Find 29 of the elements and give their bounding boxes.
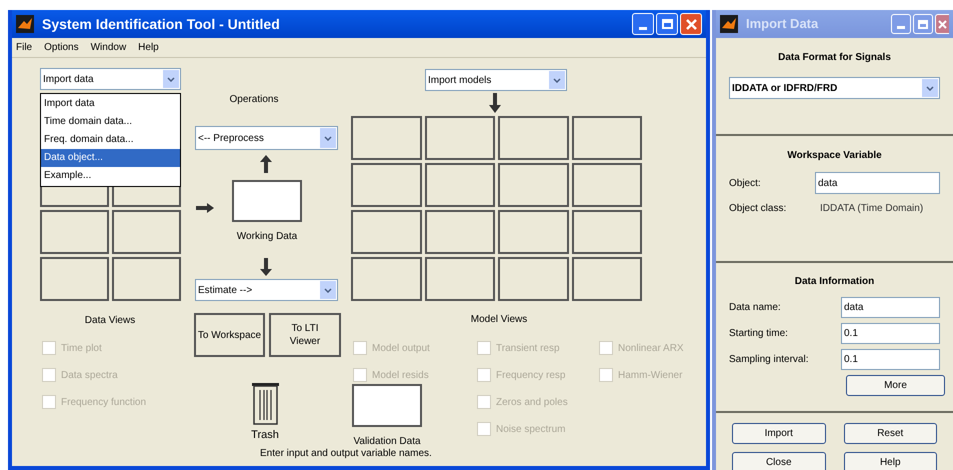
- checkbox-label: Nonlinear ARX: [618, 342, 684, 356]
- validation-data-label: Validation Data: [352, 435, 422, 448]
- window-title: Import Data: [746, 15, 818, 34]
- model-views-label: Model Views: [470, 313, 528, 327]
- checkbox-label: Frequency function: [61, 396, 146, 410]
- checkbox-label: Hamm-Wiener: [618, 368, 682, 382]
- field-label: Starting time:: [729, 327, 789, 341]
- section-heading: Data Information: [794, 275, 876, 289]
- data-views-label: Data Views: [84, 314, 136, 328]
- field-label: Data name:: [729, 301, 782, 315]
- checkbox-label: Zeros and poles: [496, 396, 568, 410]
- section-heading: Workspace Variable: [786, 149, 883, 163]
- trash-label: Trash: [250, 428, 280, 443]
- operations-label: Operations: [228, 93, 280, 107]
- checkbox-label: Model output: [372, 342, 430, 356]
- checkbox-label: Noise spectrum: [496, 422, 566, 436]
- checkbox-label: Frequency resp: [496, 368, 566, 382]
- checkbox-label: Time plot: [61, 342, 102, 356]
- checkbox-label: Transient resp: [496, 342, 560, 356]
- section-heading: Data Format for Signals: [777, 51, 892, 65]
- status-text: Enter input and output variable names.: [260, 447, 432, 461]
- checkbox-label: Data spectra: [61, 368, 118, 382]
- field-label: Sampling interval:: [729, 353, 810, 367]
- working-data-label: Working Data: [236, 230, 298, 244]
- window-title: System Identification Tool - Untitled: [42, 14, 280, 34]
- object-class-value: IDDATA (Time Domain): [820, 202, 924, 216]
- object-label: Object:: [729, 176, 762, 190]
- object-class-label: Object class:: [729, 202, 788, 216]
- checkbox-label: Model resids: [372, 368, 429, 382]
